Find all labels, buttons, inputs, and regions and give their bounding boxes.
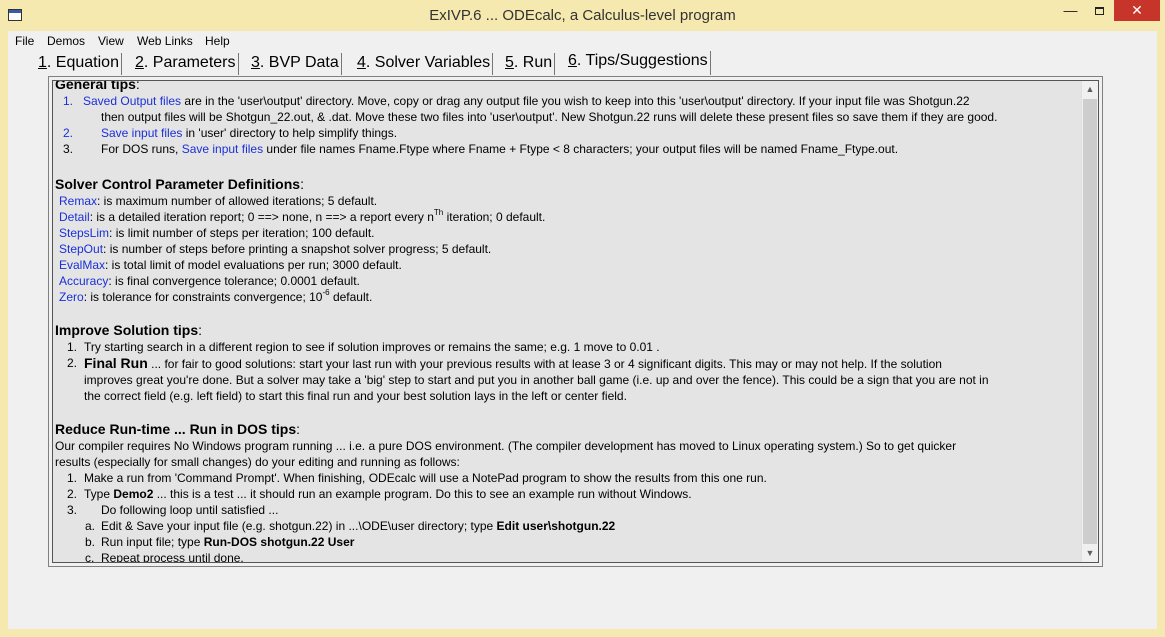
improve-tip-1: 1. Try starting search in a different re… [67, 340, 660, 354]
tab-solver-variables[interactable]: 4. Solver Variables [355, 53, 494, 75]
save-input-files-link[interactable]: Save input files [101, 126, 182, 140]
tab-bvp-data[interactable]: 3. BVP Data [249, 53, 342, 75]
reduce-sub-a: a. Edit & Save your input file (e.g. sho… [85, 519, 616, 533]
param-accuracy: Accuracy: is final convergence tolerance… [59, 274, 360, 288]
param-detail: Detail: is a detailed iteration report; … [59, 208, 546, 225]
reduce-sub-b: b. Run input file; type Run-DOS shotgun.… [85, 535, 355, 549]
scroll-thumb[interactable] [1083, 99, 1097, 544]
reduce-intro-2: results (especially for small changes) d… [55, 455, 460, 469]
tab-parameters[interactable]: 2. Parameters [133, 53, 239, 75]
maximize-icon [1095, 7, 1104, 15]
save-input-files-link-2[interactable]: Save input files [182, 142, 263, 156]
saved-output-files-link[interactable]: Saved Output files [83, 94, 181, 108]
general-tip-1: 1. Saved Output files are in the 'user\o… [63, 94, 970, 108]
minimize-button[interactable]: — [1056, 0, 1085, 21]
general-tip-3: 3. For DOS runs, Save input files under … [63, 142, 899, 156]
reduce-tip-2: 2. Type Demo2 ... this is a test ... it … [67, 487, 692, 501]
param-stepslim: StepsLim: is limit number of steps per i… [59, 226, 375, 240]
title-bar: ExIVP.6 ... ODEcalc, a Calculus-level pr… [0, 0, 1165, 31]
param-stepout: StepOut: is number of steps before print… [59, 242, 492, 256]
solver-params-heading: Solver Control Parameter Definitions: [55, 176, 304, 192]
general-tip-2: 2. Save input files in 'user' directory … [63, 126, 398, 140]
app-window: ExIVP.6 ... ODEcalc, a Calculus-level pr… [0, 0, 1165, 637]
menu-demos[interactable]: Demos [47, 34, 85, 48]
param-evalmax: EvalMax: is total limit of model evaluat… [59, 258, 402, 272]
reduce-sub-c: c. Repeat process until done. [85, 551, 244, 563]
menu-help[interactable]: Help [205, 34, 230, 48]
general-tips-heading: General tips: [55, 80, 140, 92]
reduce-heading: Reduce Run-time ... Run in DOS tips: [55, 421, 301, 437]
scroll-up-arrow-icon[interactable]: ▲ [1082, 81, 1098, 98]
tab-tips-suggestions[interactable]: 6. Tips/Suggestions [566, 51, 711, 75]
menu-file[interactable]: File [15, 34, 34, 48]
scroll-down-arrow-icon[interactable]: ▼ [1082, 545, 1098, 562]
reduce-intro-1: Our compiler requires No Windows program… [55, 439, 957, 453]
reduce-tip-3: 3. Do following loop until satisfied ... [67, 503, 279, 517]
improve-tip-2-line2: improves great you're done. But a solver… [84, 373, 989, 387]
menu-view[interactable]: View [98, 34, 124, 48]
maximize-button[interactable] [1086, 0, 1113, 21]
tips-panel-frame: General tips: 1. Saved Output files are … [48, 76, 1103, 567]
tips-text-area[interactable]: General tips: 1. Saved Output files are … [52, 80, 1099, 563]
improve-tip-2: 2. Final Run ... for fair to good soluti… [67, 355, 942, 371]
tips-content: General tips: 1. Saved Output files are … [55, 80, 1085, 563]
improve-tip-2-line3: the correct field (e.g. left field) to s… [84, 389, 627, 403]
reduce-tip-1: 1. Make a run from 'Command Prompt'. Whe… [67, 471, 767, 485]
menu-bar: File Demos View Web Links Help [8, 31, 1157, 51]
tab-equation[interactable]: 1. Equation [36, 53, 122, 75]
improve-heading: Improve Solution tips: [55, 322, 203, 338]
menu-web-links[interactable]: Web Links [137, 34, 193, 48]
param-zero: Zero: is tolerance for constraints conve… [59, 288, 373, 305]
client-area: File Demos View Web Links Help 1. Equati… [8, 31, 1157, 629]
close-button[interactable]: ✕ [1114, 0, 1160, 21]
tab-strip: 1. Equation 2. Parameters 3. BVP Data 4.… [30, 51, 750, 75]
tab-run[interactable]: 5. Run [503, 53, 556, 75]
vertical-scrollbar[interactable]: ▲ ▼ [1081, 81, 1098, 562]
general-tip-1-cont: then output files will be Shotgun_22.out… [101, 110, 998, 124]
window-title: ExIVP.6 ... ODEcalc, a Calculus-level pr… [429, 7, 736, 24]
param-remax: Remax: is maximum number of allowed iter… [59, 194, 378, 208]
